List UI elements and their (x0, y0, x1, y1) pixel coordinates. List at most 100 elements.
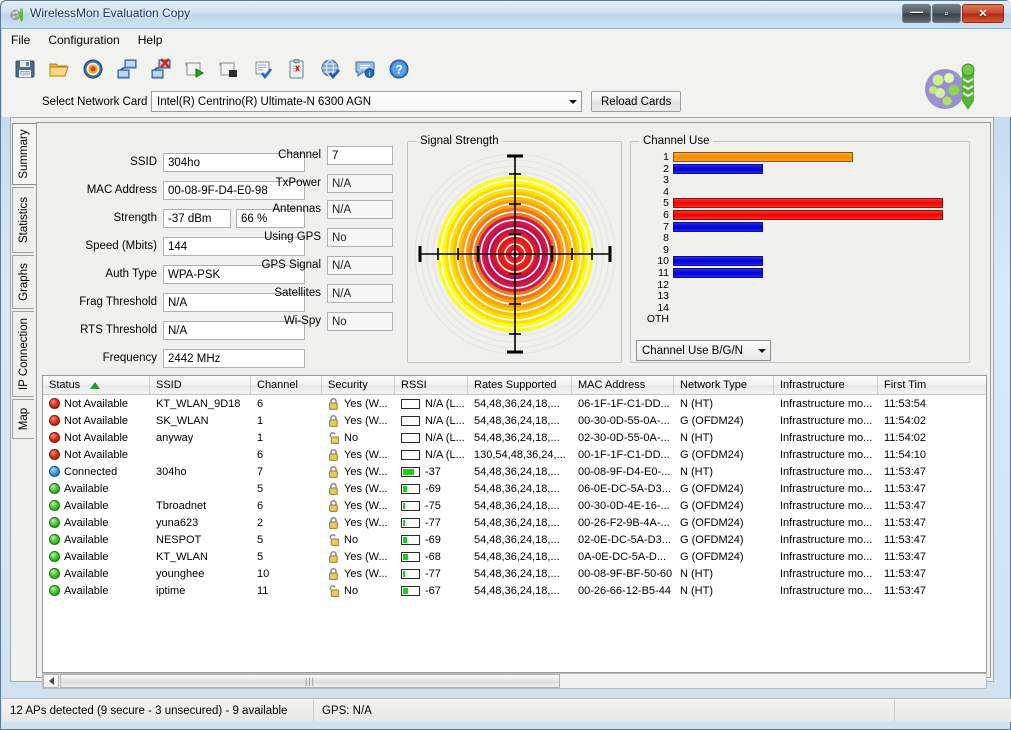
cell-network-type: N (HT) (680, 567, 713, 580)
table-row[interactable]: Available 5 Yes (W... -69 54,48,36,24,18,...… (43, 480, 986, 497)
cell-network-type: N (HT) (680, 465, 713, 478)
column-header-first-tim[interactable]: First Tim (878, 376, 986, 394)
connect-network-button[interactable] (112, 54, 142, 84)
mac-address-label: MAC Address (86, 184, 157, 196)
report-button[interactable] (282, 54, 312, 84)
signal-strength-bar-icon (401, 415, 420, 426)
status-label: Available (64, 516, 109, 529)
channel-use-select[interactable]: Channel Use B/G/N (636, 340, 771, 361)
auth-type-label: Auth Type (105, 268, 157, 280)
cell-status: Connected (43, 463, 150, 480)
table-row[interactable]: Not Available KT_WLAN_9D18 6 Yes (W... N/A (… (43, 395, 986, 412)
column-header-infrastructure[interactable]: Infrastructure (774, 376, 878, 394)
table-header-row: Status SSID Channel Security RSSI Rates Suppo… (43, 376, 986, 395)
channel-use-label: 3 (663, 174, 669, 187)
strength-label: Strength (113, 212, 157, 224)
cell-status: Not Available (43, 395, 150, 412)
status-indicator-icon (49, 534, 60, 545)
security-label: Yes (W... (344, 448, 388, 461)
lock-open-icon (329, 534, 339, 546)
signal-strength-radar (412, 148, 618, 360)
cell-infrastructure: Infrastructure mo... (780, 550, 873, 563)
status-label: Not Available (64, 431, 129, 444)
table-row[interactable]: Not Available SK_WLAN 1 Yes (W... N/A (L... 5… (43, 412, 986, 429)
open-button[interactable] (44, 54, 74, 84)
using-gps-label: Using GPS (264, 231, 321, 243)
cell-first-time: 11:53:47 (884, 550, 927, 563)
network-card-select[interactable]: Intel(R) Centrino(R) Ultimate-N 6300 AGN (151, 91, 582, 112)
table-row[interactable]: Not Available anyway 1 No N/A (L... 54,48,36,… (43, 429, 986, 446)
status-label: Available (64, 499, 109, 512)
tab-map[interactable]: Map (12, 399, 34, 439)
column-header-channel[interactable]: Channel (251, 376, 322, 394)
table-row[interactable]: Connected 304ho 7 Yes (W... -37 54,48,36,24,1… (43, 463, 986, 480)
connect-network-icon (117, 59, 137, 79)
cell-infrastructure: Infrastructure mo... (780, 482, 873, 495)
cell-security: No (322, 531, 395, 548)
table-horizontal-scrollbar[interactable]: ||| (42, 673, 987, 689)
start-log-button[interactable] (180, 54, 210, 84)
stop-log-button[interactable] (214, 54, 244, 84)
lock-closed-icon (329, 482, 338, 495)
scan-button[interactable] (78, 54, 108, 84)
scroll-left-button[interactable] (43, 674, 59, 688)
column-header-rssi[interactable]: RSSI (395, 376, 468, 394)
help-button[interactable]: ? (384, 54, 414, 84)
menu-configuration[interactable]: Configuration (39, 30, 128, 50)
cell-ssid: yuna623 (156, 516, 199, 529)
table-row[interactable]: Available iptime 11 No -67 54,48,36,24,18,...… (43, 582, 986, 599)
column-header-network-type[interactable]: Network Type (674, 376, 774, 394)
tab-graphs-label: Graphs (18, 263, 30, 301)
column-header-mac-address[interactable]: MAC Address (572, 376, 674, 394)
tab-statistics[interactable]: Statistics (12, 187, 34, 253)
title-bar: WirelessMon Evaluation Copy — ▫ ✕ (1, 1, 1011, 29)
minimize-button[interactable]: — (902, 4, 931, 23)
log-settings-button[interactable] (248, 54, 278, 84)
cell-rates-supported: 54,48,36,24,18,... (474, 567, 560, 580)
table-row[interactable]: Available NESPOT 5 No -69 54,48,36,24,18,... 0… (43, 531, 986, 548)
reload-cards-button[interactable]: Reload Cards (591, 91, 682, 112)
cell-rssi: N/A (L... (395, 395, 468, 412)
tab-summary[interactable]: Summary (12, 123, 36, 185)
column-header-ssid[interactable]: SSID (150, 376, 251, 394)
satellites-label: Satellites (274, 287, 321, 299)
cell-rssi: -77 (395, 514, 468, 531)
network-card-value: Intel(R) Centrino(R) Ultimate-N 6300 AGN (157, 95, 372, 108)
disconnect-network-button[interactable] (146, 54, 176, 84)
column-header-status[interactable]: Status (43, 376, 150, 394)
menu-help[interactable]: Help (129, 30, 172, 50)
menu-file[interactable]: File (2, 30, 39, 50)
status-indicator-icon (49, 449, 60, 460)
cell-rates-supported: 54,48,36,24,18,... (474, 465, 560, 478)
cell-infrastructure: Infrastructure mo... (780, 431, 873, 444)
access-point-table[interactable]: Status SSID Channel Security RSSI Rates Suppo… (42, 375, 987, 673)
rssi-label: -37 (425, 465, 441, 478)
column-header-rates-supported[interactable]: Rates Supported (468, 376, 572, 394)
table-row[interactable]: Available yuna623 2 Yes (W... -77 54,48,36,24… (43, 514, 986, 531)
table-row[interactable]: Available younghee 10 Yes (W... -77 54,48,36,… (43, 565, 986, 582)
security-label: Yes (W... (344, 516, 388, 529)
save-button[interactable] (10, 54, 40, 84)
table-row[interactable]: Available KT_WLAN 5 Yes (W... -68 54,48,36,24… (43, 548, 986, 565)
status-indicator-icon (49, 500, 60, 511)
cell-security: Yes (W... (322, 463, 395, 480)
channel-use-row: 13 (631, 290, 961, 302)
cell-rssi: -68 (395, 548, 468, 565)
table-row[interactable]: Available Tbroadnet 6 Yes (W... -75 54,48,36,… (43, 497, 986, 514)
maximize-icon: ▫ (944, 7, 949, 20)
close-button[interactable]: ✕ (962, 4, 1004, 23)
tab-graphs[interactable]: Graphs (12, 255, 34, 309)
cell-ssid: iptime (156, 584, 186, 597)
client-area: Summary Statistics Graphs IP Connection … (10, 117, 994, 689)
tab-ip-connection[interactable]: IP Connection (12, 311, 34, 397)
table-row[interactable]: Not Available 6 Yes (W... N/A (L... 130,54,4… (43, 446, 986, 463)
scrollbar-thumb[interactable]: ||| (60, 674, 560, 688)
gps-status: GPS: N/A (314, 699, 895, 722)
column-header-security[interactable]: Security (322, 376, 395, 394)
maximize-button[interactable]: ▫ (932, 4, 961, 23)
cell-status: Available (43, 514, 150, 531)
frequency-value: 2442 MHz (163, 349, 305, 368)
status-indicator-icon (49, 483, 60, 494)
web-button[interactable] (316, 54, 346, 84)
comments-button[interactable]: i (350, 54, 380, 84)
